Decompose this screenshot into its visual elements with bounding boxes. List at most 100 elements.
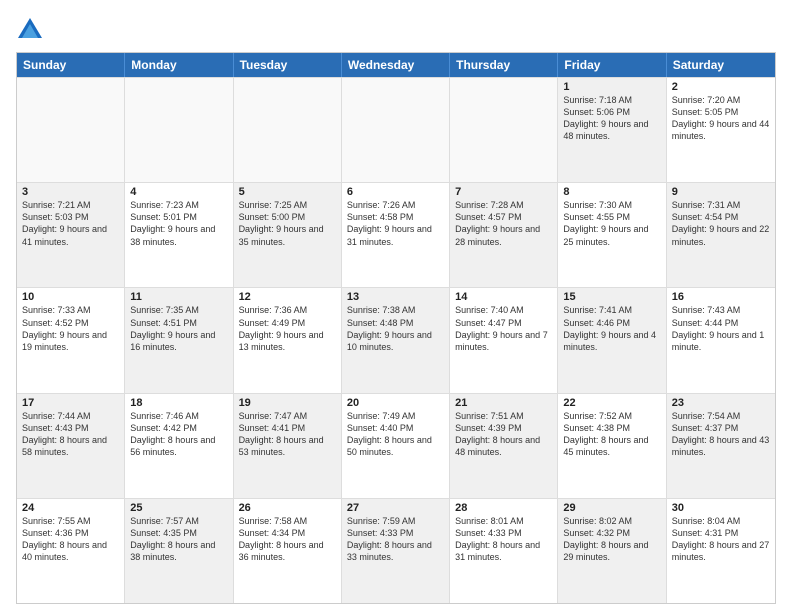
daylight-info: Sunrise: 7:26 AM Sunset: 4:58 PM Dayligh… bbox=[347, 199, 444, 248]
calendar-cell bbox=[17, 78, 125, 182]
day-number: 4 bbox=[130, 186, 227, 198]
calendar-row: 10Sunrise: 7:33 AM Sunset: 4:52 PM Dayli… bbox=[17, 287, 775, 392]
daylight-info: Sunrise: 7:51 AM Sunset: 4:39 PM Dayligh… bbox=[455, 410, 552, 459]
calendar-cell: 22Sunrise: 7:52 AM Sunset: 4:38 PM Dayli… bbox=[558, 394, 666, 498]
calendar-cell bbox=[342, 78, 450, 182]
cal-header-cell: Saturday bbox=[667, 53, 775, 77]
day-number: 5 bbox=[239, 186, 336, 198]
calendar-cell: 28Sunrise: 8:01 AM Sunset: 4:33 PM Dayli… bbox=[450, 499, 558, 603]
daylight-info: Sunrise: 7:57 AM Sunset: 4:35 PM Dayligh… bbox=[130, 515, 227, 564]
daylight-info: Sunrise: 7:35 AM Sunset: 4:51 PM Dayligh… bbox=[130, 304, 227, 353]
daylight-info: Sunrise: 8:01 AM Sunset: 4:33 PM Dayligh… bbox=[455, 515, 552, 564]
day-number: 11 bbox=[130, 291, 227, 303]
cal-header-cell: Wednesday bbox=[342, 53, 450, 77]
day-number: 26 bbox=[239, 502, 336, 514]
calendar-header: SundayMondayTuesdayWednesdayThursdayFrid… bbox=[17, 53, 775, 77]
daylight-info: Sunrise: 8:04 AM Sunset: 4:31 PM Dayligh… bbox=[672, 515, 770, 564]
calendar-cell: 12Sunrise: 7:36 AM Sunset: 4:49 PM Dayli… bbox=[234, 288, 342, 392]
day-number: 27 bbox=[347, 502, 444, 514]
calendar-cell: 14Sunrise: 7:40 AM Sunset: 4:47 PM Dayli… bbox=[450, 288, 558, 392]
daylight-info: Sunrise: 7:40 AM Sunset: 4:47 PM Dayligh… bbox=[455, 304, 552, 353]
daylight-info: Sunrise: 7:23 AM Sunset: 5:01 PM Dayligh… bbox=[130, 199, 227, 248]
calendar-cell: 3Sunrise: 7:21 AM Sunset: 5:03 PM Daylig… bbox=[17, 183, 125, 287]
calendar-cell: 5Sunrise: 7:25 AM Sunset: 5:00 PM Daylig… bbox=[234, 183, 342, 287]
calendar-cell: 2Sunrise: 7:20 AM Sunset: 5:05 PM Daylig… bbox=[667, 78, 775, 182]
day-number: 1 bbox=[563, 81, 660, 93]
calendar-cell bbox=[450, 78, 558, 182]
calendar-row: 24Sunrise: 7:55 AM Sunset: 4:36 PM Dayli… bbox=[17, 498, 775, 603]
day-number: 13 bbox=[347, 291, 444, 303]
calendar-cell: 11Sunrise: 7:35 AM Sunset: 4:51 PM Dayli… bbox=[125, 288, 233, 392]
daylight-info: Sunrise: 7:36 AM Sunset: 4:49 PM Dayligh… bbox=[239, 304, 336, 353]
calendar-cell: 30Sunrise: 8:04 AM Sunset: 4:31 PM Dayli… bbox=[667, 499, 775, 603]
calendar-row: 1Sunrise: 7:18 AM Sunset: 5:06 PM Daylig… bbox=[17, 77, 775, 182]
calendar-cell: 29Sunrise: 8:02 AM Sunset: 4:32 PM Dayli… bbox=[558, 499, 666, 603]
calendar-row: 17Sunrise: 7:44 AM Sunset: 4:43 PM Dayli… bbox=[17, 393, 775, 498]
cal-header-cell: Monday bbox=[125, 53, 233, 77]
daylight-info: Sunrise: 7:33 AM Sunset: 4:52 PM Dayligh… bbox=[22, 304, 119, 353]
daylight-info: Sunrise: 7:59 AM Sunset: 4:33 PM Dayligh… bbox=[347, 515, 444, 564]
day-number: 8 bbox=[563, 186, 660, 198]
cal-header-cell: Thursday bbox=[450, 53, 558, 77]
calendar-cell: 13Sunrise: 7:38 AM Sunset: 4:48 PM Dayli… bbox=[342, 288, 450, 392]
day-number: 7 bbox=[455, 186, 552, 198]
calendar-cell: 26Sunrise: 7:58 AM Sunset: 4:34 PM Dayli… bbox=[234, 499, 342, 603]
calendar-cell: 24Sunrise: 7:55 AM Sunset: 4:36 PM Dayli… bbox=[17, 499, 125, 603]
day-number: 24 bbox=[22, 502, 119, 514]
day-number: 20 bbox=[347, 397, 444, 409]
day-number: 6 bbox=[347, 186, 444, 198]
calendar-cell: 1Sunrise: 7:18 AM Sunset: 5:06 PM Daylig… bbox=[558, 78, 666, 182]
calendar-cell: 17Sunrise: 7:44 AM Sunset: 4:43 PM Dayli… bbox=[17, 394, 125, 498]
header bbox=[16, 16, 776, 44]
daylight-info: Sunrise: 7:21 AM Sunset: 5:03 PM Dayligh… bbox=[22, 199, 119, 248]
day-number: 12 bbox=[239, 291, 336, 303]
daylight-info: Sunrise: 7:28 AM Sunset: 4:57 PM Dayligh… bbox=[455, 199, 552, 248]
day-number: 25 bbox=[130, 502, 227, 514]
calendar: SundayMondayTuesdayWednesdayThursdayFrid… bbox=[16, 52, 776, 604]
day-number: 19 bbox=[239, 397, 336, 409]
day-number: 17 bbox=[22, 397, 119, 409]
calendar-cell bbox=[234, 78, 342, 182]
daylight-info: Sunrise: 7:38 AM Sunset: 4:48 PM Dayligh… bbox=[347, 304, 444, 353]
day-number: 29 bbox=[563, 502, 660, 514]
day-number: 10 bbox=[22, 291, 119, 303]
day-number: 18 bbox=[130, 397, 227, 409]
daylight-info: Sunrise: 8:02 AM Sunset: 4:32 PM Dayligh… bbox=[563, 515, 660, 564]
daylight-info: Sunrise: 7:46 AM Sunset: 4:42 PM Dayligh… bbox=[130, 410, 227, 459]
day-number: 14 bbox=[455, 291, 552, 303]
daylight-info: Sunrise: 7:20 AM Sunset: 5:05 PM Dayligh… bbox=[672, 94, 770, 143]
calendar-cell: 25Sunrise: 7:57 AM Sunset: 4:35 PM Dayli… bbox=[125, 499, 233, 603]
daylight-info: Sunrise: 7:55 AM Sunset: 4:36 PM Dayligh… bbox=[22, 515, 119, 564]
cal-header-cell: Tuesday bbox=[234, 53, 342, 77]
calendar-cell: 19Sunrise: 7:47 AM Sunset: 4:41 PM Dayli… bbox=[234, 394, 342, 498]
calendar-cell: 27Sunrise: 7:59 AM Sunset: 4:33 PM Dayli… bbox=[342, 499, 450, 603]
calendar-cell: 9Sunrise: 7:31 AM Sunset: 4:54 PM Daylig… bbox=[667, 183, 775, 287]
calendar-cell: 16Sunrise: 7:43 AM Sunset: 4:44 PM Dayli… bbox=[667, 288, 775, 392]
day-number: 3 bbox=[22, 186, 119, 198]
day-number: 30 bbox=[672, 502, 770, 514]
daylight-info: Sunrise: 7:30 AM Sunset: 4:55 PM Dayligh… bbox=[563, 199, 660, 248]
calendar-cell: 7Sunrise: 7:28 AM Sunset: 4:57 PM Daylig… bbox=[450, 183, 558, 287]
calendar-cell: 6Sunrise: 7:26 AM Sunset: 4:58 PM Daylig… bbox=[342, 183, 450, 287]
calendar-cell: 8Sunrise: 7:30 AM Sunset: 4:55 PM Daylig… bbox=[558, 183, 666, 287]
daylight-info: Sunrise: 7:54 AM Sunset: 4:37 PM Dayligh… bbox=[672, 410, 770, 459]
daylight-info: Sunrise: 7:52 AM Sunset: 4:38 PM Dayligh… bbox=[563, 410, 660, 459]
cal-header-cell: Friday bbox=[558, 53, 666, 77]
calendar-cell: 18Sunrise: 7:46 AM Sunset: 4:42 PM Dayli… bbox=[125, 394, 233, 498]
daylight-info: Sunrise: 7:31 AM Sunset: 4:54 PM Dayligh… bbox=[672, 199, 770, 248]
calendar-cell: 4Sunrise: 7:23 AM Sunset: 5:01 PM Daylig… bbox=[125, 183, 233, 287]
daylight-info: Sunrise: 7:58 AM Sunset: 4:34 PM Dayligh… bbox=[239, 515, 336, 564]
day-number: 22 bbox=[563, 397, 660, 409]
calendar-cell: 15Sunrise: 7:41 AM Sunset: 4:46 PM Dayli… bbox=[558, 288, 666, 392]
page: SundayMondayTuesdayWednesdayThursdayFrid… bbox=[0, 0, 792, 612]
calendar-cell: 10Sunrise: 7:33 AM Sunset: 4:52 PM Dayli… bbox=[17, 288, 125, 392]
calendar-row: 3Sunrise: 7:21 AM Sunset: 5:03 PM Daylig… bbox=[17, 182, 775, 287]
calendar-body: 1Sunrise: 7:18 AM Sunset: 5:06 PM Daylig… bbox=[17, 77, 775, 603]
day-number: 2 bbox=[672, 81, 770, 93]
daylight-info: Sunrise: 7:43 AM Sunset: 4:44 PM Dayligh… bbox=[672, 304, 770, 353]
calendar-cell bbox=[125, 78, 233, 182]
day-number: 15 bbox=[563, 291, 660, 303]
calendar-cell: 23Sunrise: 7:54 AM Sunset: 4:37 PM Dayli… bbox=[667, 394, 775, 498]
daylight-info: Sunrise: 7:44 AM Sunset: 4:43 PM Dayligh… bbox=[22, 410, 119, 459]
day-number: 28 bbox=[455, 502, 552, 514]
